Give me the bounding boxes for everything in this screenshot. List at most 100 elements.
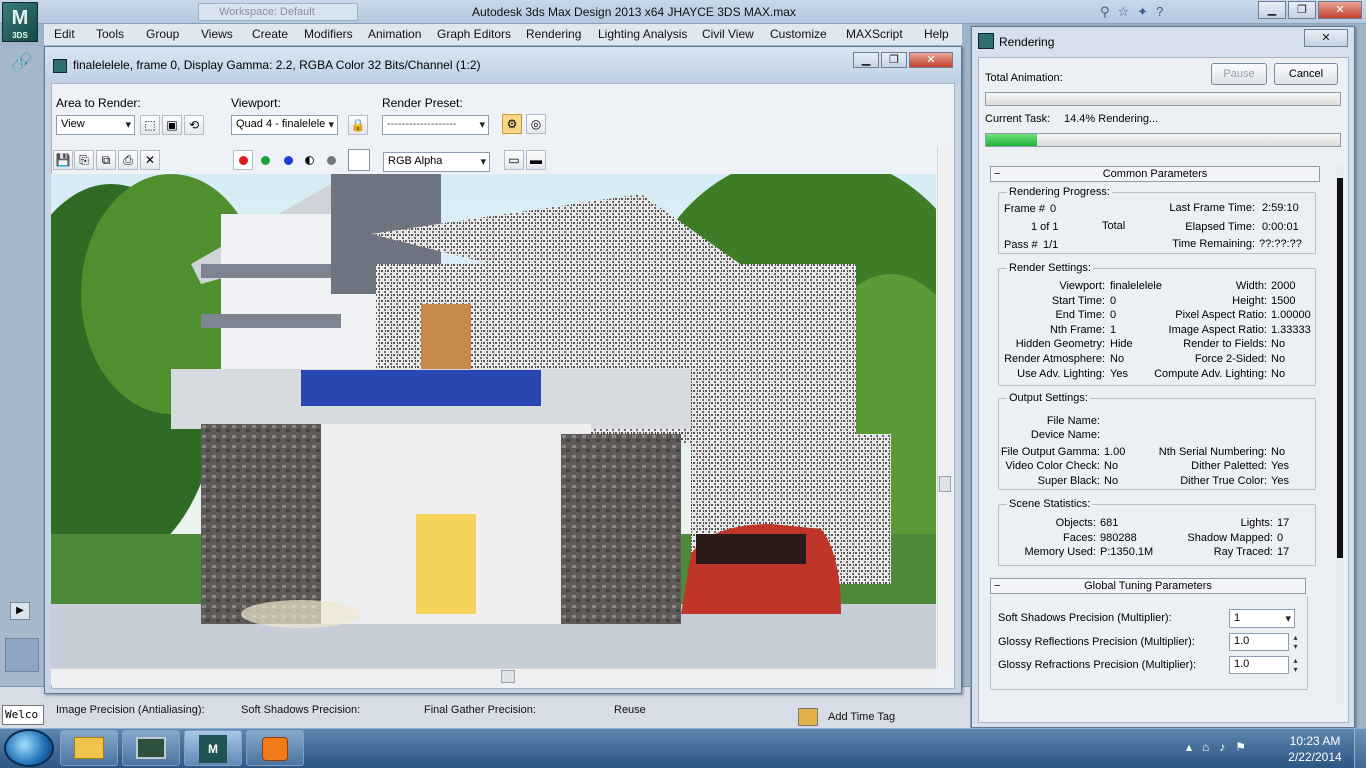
horizontal-scroll-thumb[interactable] xyxy=(501,670,515,683)
alpha-channel-icon[interactable] xyxy=(305,156,314,165)
render-setup-icon[interactable]: ⚙ xyxy=(502,114,522,134)
rollout-title: Common Parameters xyxy=(1102,168,1208,180)
rendered-image[interactable] xyxy=(51,174,936,668)
glossy-refractions-spinner[interactable]: 1.0 xyxy=(1229,656,1301,674)
frame-maximize-button[interactable]: ❐ xyxy=(881,52,907,68)
reset-region-icon[interactable]: ⟲ xyxy=(184,115,204,135)
auto-region-icon[interactable]: ▣ xyxy=(162,115,182,135)
app-logo[interactable]: M 3DS xyxy=(2,2,38,42)
menu-tools[interactable]: Tools xyxy=(96,27,124,41)
media-taskbar-icon[interactable] xyxy=(246,730,304,766)
mono-channel-icon[interactable] xyxy=(327,156,336,165)
rendered-frame-title: finalelelele, frame 0, Display Gamma: 2.… xyxy=(45,47,961,83)
vertical-scroll-thumb[interactable] xyxy=(939,476,951,492)
pass-label: Pass # xyxy=(1004,239,1038,251)
print-icon[interactable]: ⎙ xyxy=(118,150,138,170)
soft-shadows-multiplier-dropdown[interactable]: 1 xyxy=(1229,609,1295,628)
viewport-dropdown[interactable]: Quad 4 - finalelele xyxy=(231,115,338,135)
clear-icon[interactable]: ✕ xyxy=(140,150,160,170)
menu-help[interactable]: Help xyxy=(924,27,949,41)
cancel-button[interactable]: Cancel xyxy=(1274,63,1338,85)
rendering-close-button[interactable]: ✕ xyxy=(1304,29,1348,47)
menu-views[interactable]: Views xyxy=(201,27,233,41)
monitor-taskbar-icon[interactable] xyxy=(122,730,180,766)
compute-adv-lighting-value: No xyxy=(1271,368,1286,380)
red-channel-icon xyxy=(239,156,248,165)
horizontal-scrollbar[interactable] xyxy=(51,668,936,685)
viewport-setting-label: Viewport: xyxy=(1059,280,1105,292)
menu-modifiers[interactable]: Modifiers xyxy=(304,27,353,41)
color-swatch[interactable] xyxy=(348,149,370,171)
hidden-geometry-value: Hide xyxy=(1110,338,1133,350)
final-gather-label: Final Gather Precision: xyxy=(424,704,536,716)
channel-display-dropdown[interactable]: RGB Alpha xyxy=(383,152,490,172)
frame-window-icon xyxy=(53,59,67,73)
shadow-mapped-value: 0 xyxy=(1277,532,1284,544)
clone-icon[interactable]: ⧉ xyxy=(96,150,116,170)
3dsmax-taskbar-icon[interactable]: M xyxy=(184,730,242,766)
app-window-title: Autodesk 3ds Max Design 2013 x64 JHAYCE … xyxy=(472,5,796,19)
menu-customize[interactable]: Customize xyxy=(770,27,827,41)
workspace-dropdown[interactable]: Workspace: Default xyxy=(198,3,358,21)
common-parameters-rollout[interactable]: − Common Parameters xyxy=(990,166,1320,182)
system-clock[interactable]: 10:23 AM 2/22/2014 xyxy=(1284,733,1346,765)
viewport-layout-icon[interactable] xyxy=(5,638,39,672)
frame-close-button[interactable]: ✕ xyxy=(909,52,953,68)
video-color-check-label: Video Color Check: xyxy=(1005,460,1100,472)
explorer-taskbar-icon[interactable] xyxy=(60,730,118,766)
infocenter-icons[interactable]: ⚲☆✦? xyxy=(1100,4,1230,20)
tray-icons[interactable]: ▴⌂♪⚑ xyxy=(1186,740,1276,756)
show-desktop-button[interactable] xyxy=(1354,729,1366,768)
current-task-label: Current Task: xyxy=(985,113,1051,125)
environment-icon[interactable]: ◎ xyxy=(526,114,546,134)
dither-true-color-label: Dither True Color: xyxy=(1180,475,1267,487)
area-to-render-dropdown[interactable]: View xyxy=(56,115,135,135)
menu-graph-editors[interactable]: Graph Editors xyxy=(437,27,511,41)
nth-frame-label: Nth Frame: xyxy=(1049,324,1105,336)
nth-frame-value: 1 xyxy=(1110,324,1117,336)
global-tuning-rollout[interactable]: − Global Tuning Parameters xyxy=(990,578,1306,594)
edit-region-icon[interactable]: ⬚ xyxy=(140,115,160,135)
minimize-button[interactable]: ▁ xyxy=(1258,1,1286,19)
rollout-collapse-icon: − xyxy=(994,168,1001,180)
area-to-render-label: Area to Render: xyxy=(56,96,141,110)
elapsed-value: 0:00:01 xyxy=(1262,221,1299,233)
menu-animation[interactable]: Animation xyxy=(368,27,421,41)
start-button[interactable] xyxy=(4,729,54,767)
of-value: 1 of 1 xyxy=(1031,221,1059,233)
shadow-mapped-label: Shadow Mapped: xyxy=(1187,532,1273,544)
toggle-ui-icon[interactable]: ▭ xyxy=(504,150,524,170)
pause-button[interactable]: Pause xyxy=(1211,63,1267,85)
menu-group[interactable]: Group xyxy=(146,27,179,41)
menu-civil-view[interactable]: Civil View xyxy=(702,27,754,41)
lock-icon[interactable]: 🔒 xyxy=(348,115,368,135)
menu-maxscript[interactable]: MAXScript xyxy=(846,27,903,41)
memory-used-label: Memory Used: xyxy=(1024,546,1096,558)
play-icon[interactable]: ▶ xyxy=(10,602,30,620)
folder-icon xyxy=(74,737,104,759)
maxscript-listener[interactable]: Welco xyxy=(2,705,44,725)
menu-create[interactable]: Create xyxy=(252,27,288,41)
menu-edit[interactable]: Edit xyxy=(54,27,75,41)
toggle-overlay-icon[interactable]: ▬ xyxy=(526,150,546,170)
blue-channel-icon[interactable] xyxy=(284,156,293,165)
glossy-reflections-spinner[interactable]: 1.0 xyxy=(1229,633,1301,651)
green-channel-icon[interactable] xyxy=(261,156,270,165)
menu-lighting-analysis[interactable]: Lighting Analysis xyxy=(598,27,687,41)
render-preset-dropdown[interactable]: ------------------- xyxy=(382,115,489,135)
save-icon[interactable]: 💾 xyxy=(53,150,73,170)
lights-value: 17 xyxy=(1277,517,1290,529)
copy-icon[interactable]: ⎘ xyxy=(74,150,94,170)
ray-traced-label: Ray Traced: xyxy=(1213,546,1273,558)
file-output-gamma-label: File Output Gamma: xyxy=(1000,446,1100,458)
maximize-button[interactable]: ❐ xyxy=(1288,1,1316,19)
add-time-tag-button[interactable]: Add Time Tag xyxy=(828,711,895,723)
time-tag-icon[interactable] xyxy=(798,708,818,726)
parameters-scrollbar[interactable] xyxy=(1336,164,1344,704)
vertical-scrollbar[interactable] xyxy=(937,146,952,668)
menu-rendering[interactable]: Rendering xyxy=(526,27,581,41)
close-button[interactable]: ✕ xyxy=(1318,1,1362,19)
parameters-scroll-thumb[interactable] xyxy=(1337,178,1343,558)
frame-minimize-button[interactable]: ▁ xyxy=(853,52,879,68)
link-icon[interactable]: 🔗 xyxy=(8,52,36,78)
